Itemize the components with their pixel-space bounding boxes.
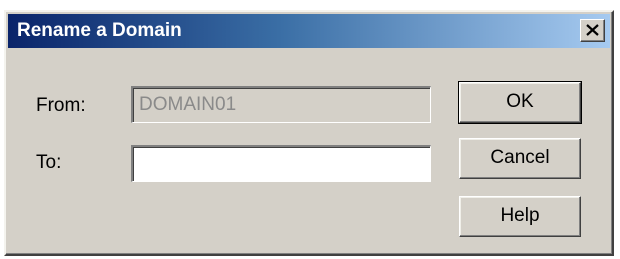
from-label: From: xyxy=(36,95,86,116)
to-field[interactable] xyxy=(131,145,431,182)
rename-domain-dialog: Rename a Domain From: To: OK Cancel Help xyxy=(4,10,614,256)
close-button[interactable] xyxy=(580,19,605,42)
dialog-title: Rename a Domain xyxy=(17,20,182,41)
to-label: To: xyxy=(36,152,62,173)
close-icon xyxy=(586,24,599,36)
help-button[interactable]: Help xyxy=(459,196,581,237)
ok-button[interactable]: OK xyxy=(458,81,582,124)
cancel-button[interactable]: Cancel xyxy=(459,138,581,179)
from-field xyxy=(131,86,431,123)
title-bar[interactable]: Rename a Domain xyxy=(8,14,610,48)
